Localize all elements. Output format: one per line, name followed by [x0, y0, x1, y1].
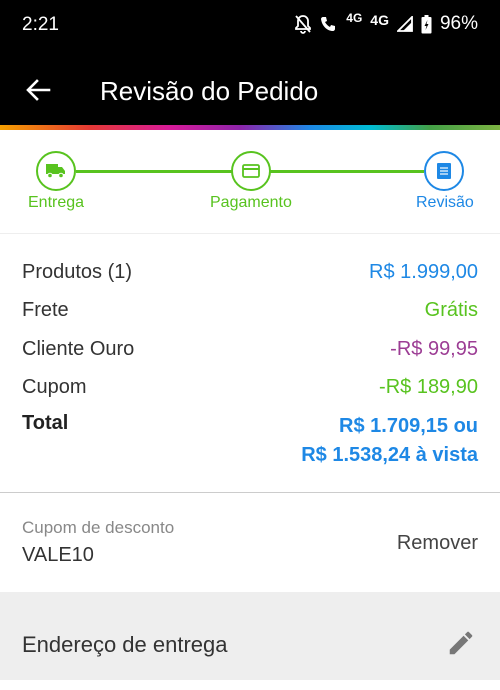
signal-icon — [396, 16, 413, 32]
step-label-entrega[interactable]: Entrega — [28, 194, 84, 212]
shipping-value: Grátis — [424, 299, 478, 321]
status-bar: 2:21 4G 4G 96% — [0, 0, 500, 52]
receipt-icon — [437, 163, 451, 179]
pencil-icon — [449, 631, 473, 655]
network-label-1: 4G — [346, 11, 363, 25]
total-installment: R$ 1.709,15 ou — [339, 415, 478, 437]
gold-label: Cliente Ouro — [22, 338, 135, 360]
step-connector-2 — [270, 170, 424, 173]
coupon-discount-value: -R$ 189,90 — [379, 376, 478, 398]
summary-row-total: Total R$ 1.709,15 ou R$ 1.538,24 à vista — [22, 412, 478, 470]
battery-icon — [421, 14, 432, 34]
products-value: R$ 1.999,00 — [369, 261, 478, 283]
step-connector-1 — [76, 170, 232, 173]
address-section: Endereço de entrega — [0, 592, 500, 690]
summary-row-shipping: Frete Grátis — [22, 299, 478, 322]
summary-row-coupon: Cupom -R$ 189,90 — [22, 376, 478, 399]
checkout-stepper: Entrega Pagamento Revisão — [0, 130, 500, 234]
wifi-call-icon — [320, 15, 338, 33]
total-label: Total — [22, 412, 69, 434]
total-cash: R$ 1.538,24 à vista — [301, 444, 478, 466]
edit-address-button[interactable] — [446, 628, 476, 658]
gold-discount-value: -R$ 99,95 — [390, 338, 478, 360]
coupon-section: Cupom de desconto VALE10 Remover — [0, 494, 500, 592]
mute-bell-icon — [294, 14, 312, 34]
shipping-label: Frete — [22, 299, 69, 321]
remove-coupon-button[interactable]: Remover — [397, 532, 478, 555]
credit-card-icon — [242, 164, 260, 178]
status-time: 2:21 — [22, 14, 59, 35]
step-pagamento[interactable] — [231, 151, 271, 191]
truck-icon — [46, 164, 65, 179]
battery-percent: 96% — [439, 13, 478, 34]
page-title: Revisão do Pedido — [100, 76, 319, 106]
network-label-2: 4G — [370, 12, 389, 28]
back-button[interactable] — [18, 70, 58, 110]
address-card[interactable] — [0, 680, 500, 690]
products-label: Produtos (1) — [22, 261, 133, 283]
step-entrega[interactable] — [36, 151, 76, 191]
step-label-revisao[interactable]: Revisão — [416, 194, 474, 212]
coupon-caption: Cupom de desconto — [22, 518, 175, 537]
order-summary: Produtos (1) R$ 1.999,00 Frete Grátis Cl… — [0, 235, 500, 493]
step-revisao[interactable] — [424, 151, 464, 191]
status-icons: 4G 4G 96% — [294, 11, 478, 35]
coupon-code: VALE10 — [22, 544, 94, 566]
summary-row-gold: Cliente Ouro -R$ 99,95 — [22, 338, 478, 361]
step-label-pagamento[interactable]: Pagamento — [210, 194, 292, 212]
coupon-label: Cupom — [22, 376, 87, 398]
address-title: Endereço de entrega — [22, 632, 228, 657]
app-bar: Revisão do Pedido — [0, 52, 500, 127]
summary-row-products: Produtos (1) R$ 1.999,00 — [22, 261, 478, 284]
arrow-left-icon — [26, 79, 51, 101]
total-value: R$ 1.709,15 ou R$ 1.538,24 à vista — [301, 412, 478, 470]
